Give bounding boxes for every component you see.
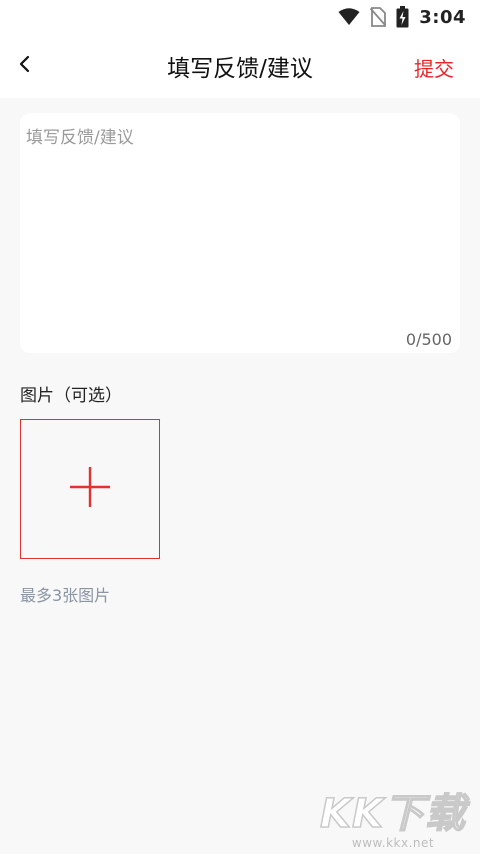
no-sim-icon <box>370 7 387 27</box>
submit-button[interactable]: 提交 <box>414 53 454 82</box>
back-button[interactable] <box>6 48 42 84</box>
page-title: 填写反馈/建议 <box>167 56 313 82</box>
images-section-label: 图片（可选） <box>20 386 122 406</box>
watermark-url: www.kkx.net <box>351 836 435 850</box>
app-header: 填写反馈/建议 提交 <box>0 34 480 98</box>
status-time: 3:04 <box>419 6 466 28</box>
watermark-logo: KK下载 <box>319 791 466 837</box>
plus-icon <box>68 465 112 513</box>
char-counter: 0/500 <box>405 330 452 349</box>
feedback-screen: 3:04 填写反馈/建议 提交 0/500 图片（可选） 最多3张图片 KK下载… <box>0 0 480 854</box>
battery-charging-icon <box>396 6 409 28</box>
images-limit-hint: 最多3张图片 <box>20 586 111 605</box>
feedback-card: 0/500 <box>20 113 460 353</box>
wifi-icon <box>338 8 360 26</box>
feedback-input[interactable] <box>26 125 454 315</box>
add-image-button[interactable] <box>20 419 160 559</box>
chevron-left-icon <box>17 54 31 78</box>
watermark: KK下载 www.kkx.net <box>319 791 466 850</box>
status-bar: 3:04 <box>0 0 480 34</box>
